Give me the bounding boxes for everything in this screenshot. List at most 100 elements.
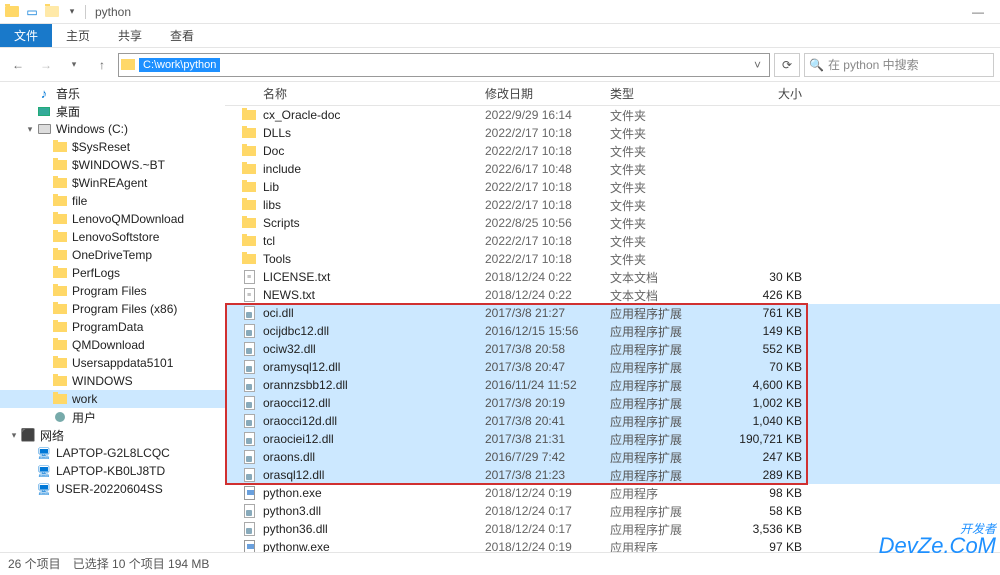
nav-item[interactable]: Program Files <box>0 282 225 300</box>
dll-icon <box>241 305 257 321</box>
file-date: 2018/12/24 0:19 <box>477 540 602 552</box>
nav-item[interactable]: ▾⬛网络 <box>0 426 225 444</box>
col-size[interactable]: 大小 <box>730 85 810 102</box>
nav-item[interactable]: 桌面 <box>0 102 225 120</box>
col-type[interactable]: 类型 <box>602 85 730 102</box>
file-date: 2017/3/8 21:23 <box>477 468 602 482</box>
col-name[interactable]: 名称 <box>225 85 477 102</box>
file-date: 2022/2/17 10:18 <box>477 126 602 140</box>
nav-item[interactable]: $WinREAgent <box>0 174 225 192</box>
file-type: 应用程序扩展 <box>602 359 730 376</box>
chevron-down-icon[interactable]: ˅ <box>748 58 767 72</box>
nav-label: ProgramData <box>72 320 143 334</box>
nav-item[interactable]: $WINDOWS.~BT <box>0 156 225 174</box>
separator <box>85 5 86 19</box>
file-row[interactable]: orasql12.dll2017/3/8 21:23应用程序扩展289 KB <box>225 466 1000 484</box>
file-date: 2018/12/24 0:17 <box>477 522 602 536</box>
file-type: 应用程序扩展 <box>602 503 730 520</box>
address-input[interactable]: C:\work\python ˅ <box>118 53 770 77</box>
nav-item[interactable]: Usersappdata5101 <box>0 354 225 372</box>
file-row[interactable]: oraons.dll2016/7/29 7:42应用程序扩展247 KB <box>225 448 1000 466</box>
nav-item[interactable]: 用户 <box>0 408 225 426</box>
file-name: python.exe <box>263 486 322 500</box>
dll-icon <box>241 431 257 447</box>
nav-item[interactable]: ▾ Windows (C:) <box>0 120 225 138</box>
file-name: orasql12.dll <box>263 468 324 482</box>
qat-customize-icon[interactable]: ▾ <box>64 4 80 20</box>
file-row[interactable]: Tools2022/2/17 10:18文件夹 <box>225 250 1000 268</box>
folder-icon <box>52 175 68 191</box>
file-type: 应用程序扩展 <box>602 449 730 466</box>
tab-share[interactable]: 共享 <box>104 24 156 47</box>
file-name: Lib <box>263 180 279 194</box>
file-row[interactable]: oramysql12.dll2017/3/8 20:47应用程序扩展70 KB <box>225 358 1000 376</box>
file-row[interactable]: Lib2022/2/17 10:18文件夹 <box>225 178 1000 196</box>
nav-item[interactable]: WINDOWS <box>0 372 225 390</box>
nav-label: 用户 <box>72 409 96 426</box>
desktop-icon <box>36 103 52 119</box>
file-list[interactable]: cx_Oracle-doc2022/9/29 16:14文件夹DLLs2022/… <box>225 106 1000 552</box>
up-button[interactable]: ↑ <box>90 53 114 77</box>
file-row[interactable]: ≡NEWS.txt2018/12/24 0:22文本文档426 KB <box>225 286 1000 304</box>
file-size: 98 KB <box>730 486 810 500</box>
file-row[interactable]: include2022/6/17 10:48文件夹 <box>225 160 1000 178</box>
file-row[interactable]: python3.dll2018/12/24 0:17应用程序扩展58 KB <box>225 502 1000 520</box>
file-row[interactable]: tcl2022/2/17 10:18文件夹 <box>225 232 1000 250</box>
qat-properties-icon[interactable]: ▭ <box>24 4 40 20</box>
nav-item[interactable]: OneDriveTemp <box>0 246 225 264</box>
nav-item[interactable]: Program Files (x86) <box>0 300 225 318</box>
file-row[interactable]: oraocci12.dll2017/3/8 20:19应用程序扩展1,002 K… <box>225 394 1000 412</box>
nav-item[interactable]: 🖥LAPTOP-G2L8LCQC <box>0 444 225 462</box>
file-type: 应用程序扩展 <box>602 521 730 538</box>
tab-view[interactable]: 查看 <box>156 24 208 47</box>
file-row[interactable]: ociw32.dll2017/3/8 20:58应用程序扩展552 KB <box>225 340 1000 358</box>
file-type: 文件夹 <box>602 197 730 214</box>
file-row[interactable]: oraocci12d.dll2017/3/8 20:41应用程序扩展1,040 … <box>225 412 1000 430</box>
nav-item[interactable]: 🖥USER-20220604SS <box>0 480 225 498</box>
file-row[interactable]: orannzsbb12.dll2016/11/24 11:52应用程序扩展4,6… <box>225 376 1000 394</box>
nav-item[interactable]: $SysReset <box>0 138 225 156</box>
file-date: 2017/3/8 21:31 <box>477 432 602 446</box>
folder-icon <box>52 337 68 353</box>
qat-new-folder-icon[interactable] <box>44 4 60 20</box>
nav-item[interactable]: ProgramData <box>0 318 225 336</box>
nav-item[interactable]: LenovoQMDownload <box>0 210 225 228</box>
tab-home[interactable]: 主页 <box>52 24 104 47</box>
file-type: 应用程序 <box>602 539 730 553</box>
file-row[interactable]: python.exe2018/12/24 0:19应用程序98 KB <box>225 484 1000 502</box>
nav-label: Windows (C:) <box>56 122 128 136</box>
file-row[interactable]: cx_Oracle-doc2022/9/29 16:14文件夹 <box>225 106 1000 124</box>
minimize-icon[interactable]: — <box>958 0 998 24</box>
folder-icon <box>52 355 68 371</box>
refresh-button[interactable]: ⟳ <box>774 53 800 77</box>
file-row[interactable]: DLLs2022/2/17 10:18文件夹 <box>225 124 1000 142</box>
title-bar: ▭ ▾ python — <box>0 0 1000 24</box>
file-row[interactable]: Doc2022/2/17 10:18文件夹 <box>225 142 1000 160</box>
nav-item[interactable]: 🖥LAPTOP-KB0LJ8TD <box>0 462 225 480</box>
nav-item[interactable]: file <box>0 192 225 210</box>
nav-item[interactable]: LenovoSoftstore <box>0 228 225 246</box>
expand-icon[interactable]: ▾ <box>8 430 20 441</box>
folder-icon <box>52 319 68 335</box>
disk-icon <box>36 121 52 137</box>
folder-icon <box>52 301 68 317</box>
file-row[interactable]: ≡LICENSE.txt2018/12/24 0:22文本文档30 KB <box>225 268 1000 286</box>
nav-item[interactable]: ♪音乐 <box>0 84 225 102</box>
file-row[interactable]: oraociei12.dll2017/3/8 21:31应用程序扩展190,72… <box>225 430 1000 448</box>
file-row[interactable]: ocijdbc12.dll2016/12/15 15:56应用程序扩展149 K… <box>225 322 1000 340</box>
recent-locations-icon[interactable]: ▾ <box>62 53 86 77</box>
nav-item[interactable]: work <box>0 390 225 408</box>
nav-item[interactable]: PerfLogs <box>0 264 225 282</box>
col-date[interactable]: 修改日期 <box>477 85 602 102</box>
forward-button[interactable]: → <box>34 53 58 77</box>
nav-item[interactable]: QMDownload <box>0 336 225 354</box>
file-row[interactable]: libs2022/2/17 10:18文件夹 <box>225 196 1000 214</box>
file-row[interactable]: oci.dll2017/3/8 21:27应用程序扩展761 KB <box>225 304 1000 322</box>
file-type: 应用程序扩展 <box>602 467 730 484</box>
file-type: 文本文档 <box>602 269 730 286</box>
file-row[interactable]: Scripts2022/8/25 10:56文件夹 <box>225 214 1000 232</box>
search-input[interactable]: 🔍 在 python 中搜索 <box>804 53 994 77</box>
tab-file[interactable]: 文件 <box>0 24 52 47</box>
back-button[interactable]: ← <box>6 53 30 77</box>
expand-icon[interactable]: ▾ <box>24 124 36 135</box>
